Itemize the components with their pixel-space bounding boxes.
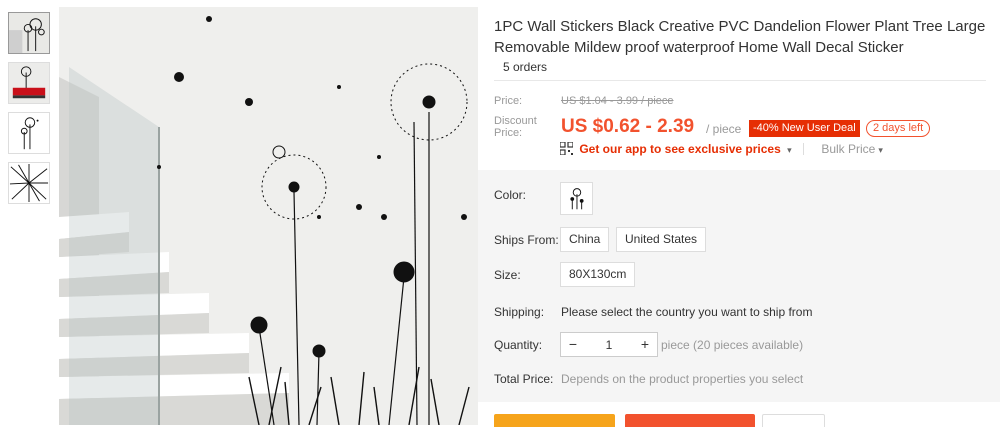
buy-now-button[interactable] — [494, 414, 615, 427]
thumbnail-image — [9, 63, 49, 103]
shipping-message: Please select the country you want to sh… — [561, 305, 813, 319]
thumbnail-image — [9, 13, 49, 53]
quantity-input[interactable] — [585, 333, 633, 356]
thumbnail-image — [9, 113, 49, 153]
color-label: Color: — [494, 188, 527, 202]
total-price-message: Depends on the product properties you se… — [561, 372, 804, 386]
quantity-label: Quantity: — [494, 338, 543, 352]
plus-icon[interactable]: + — [633, 333, 657, 356]
product-title: 1PC Wall Stickers Black Creative PVC Dan… — [494, 18, 986, 56]
dandelion-wall-scene — [59, 7, 478, 425]
shipping-label: Shipping: — [494, 305, 545, 319]
thumbnail-image — [9, 163, 49, 203]
new-user-deal-badge[interactable]: -40% New User Deal — [749, 120, 860, 137]
discount-price: US $0.62 - 2.39 — [561, 116, 695, 137]
divider — [494, 80, 986, 81]
thumbnail-2[interactable] — [8, 62, 50, 104]
bulk-price-label: Bulk Price — [821, 142, 876, 156]
product-options: Color: Ships From: China United States S… — [478, 170, 1000, 402]
ships-from-united-states[interactable]: United States — [616, 227, 707, 252]
original-price: US $1.04 - 3.99 / piece — [561, 95, 674, 107]
divider — [802, 143, 804, 155]
color-swatch-image — [561, 183, 592, 214]
thumbnail-4[interactable] — [8, 162, 50, 204]
add-to-cart-button[interactable] — [625, 414, 755, 427]
main-product-image[interactable] — [59, 7, 478, 425]
product-detail-panel: 1PC Wall Stickers Black Creative PVC Dan… — [478, 0, 1000, 427]
ships-from-label: Ships From: — [494, 233, 559, 247]
price-unit: / piece — [706, 122, 742, 136]
thumbnail-1[interactable] — [8, 12, 50, 54]
color-option-swatch[interactable] — [560, 182, 593, 215]
chevron-down-icon: ▾ — [878, 145, 883, 155]
app-promo-row: Get our app to see exclusive prices ▾ Bu… — [560, 142, 883, 156]
wishlist-button[interactable] — [762, 414, 825, 427]
quantity-availability: piece (20 pieces available) — [661, 338, 804, 352]
minus-icon[interactable]: − — [561, 333, 585, 356]
quantity-stepper: − + — [560, 332, 658, 357]
discount-price-label: Discount Price: — [494, 115, 537, 139]
order-count: 5 orders — [503, 60, 548, 74]
total-price-label: Total Price: — [494, 372, 554, 386]
thumbnail-list — [8, 12, 52, 212]
app-promo-link[interactable]: Get our app to see exclusive prices — [579, 142, 780, 156]
ships-from-china[interactable]: China — [560, 227, 610, 252]
chevron-down-icon[interactable]: ▾ — [787, 145, 792, 155]
price-label: Price: — [494, 95, 523, 107]
thumbnail-3[interactable] — [8, 112, 50, 154]
size-label: Size: — [494, 268, 521, 282]
qr-code-icon — [560, 142, 573, 155]
time-left-badge: 2 days left — [866, 120, 931, 137]
size-option[interactable]: 80X130cm — [560, 262, 636, 287]
bulk-price-link[interactable]: Bulk Price ▾ — [821, 142, 883, 156]
